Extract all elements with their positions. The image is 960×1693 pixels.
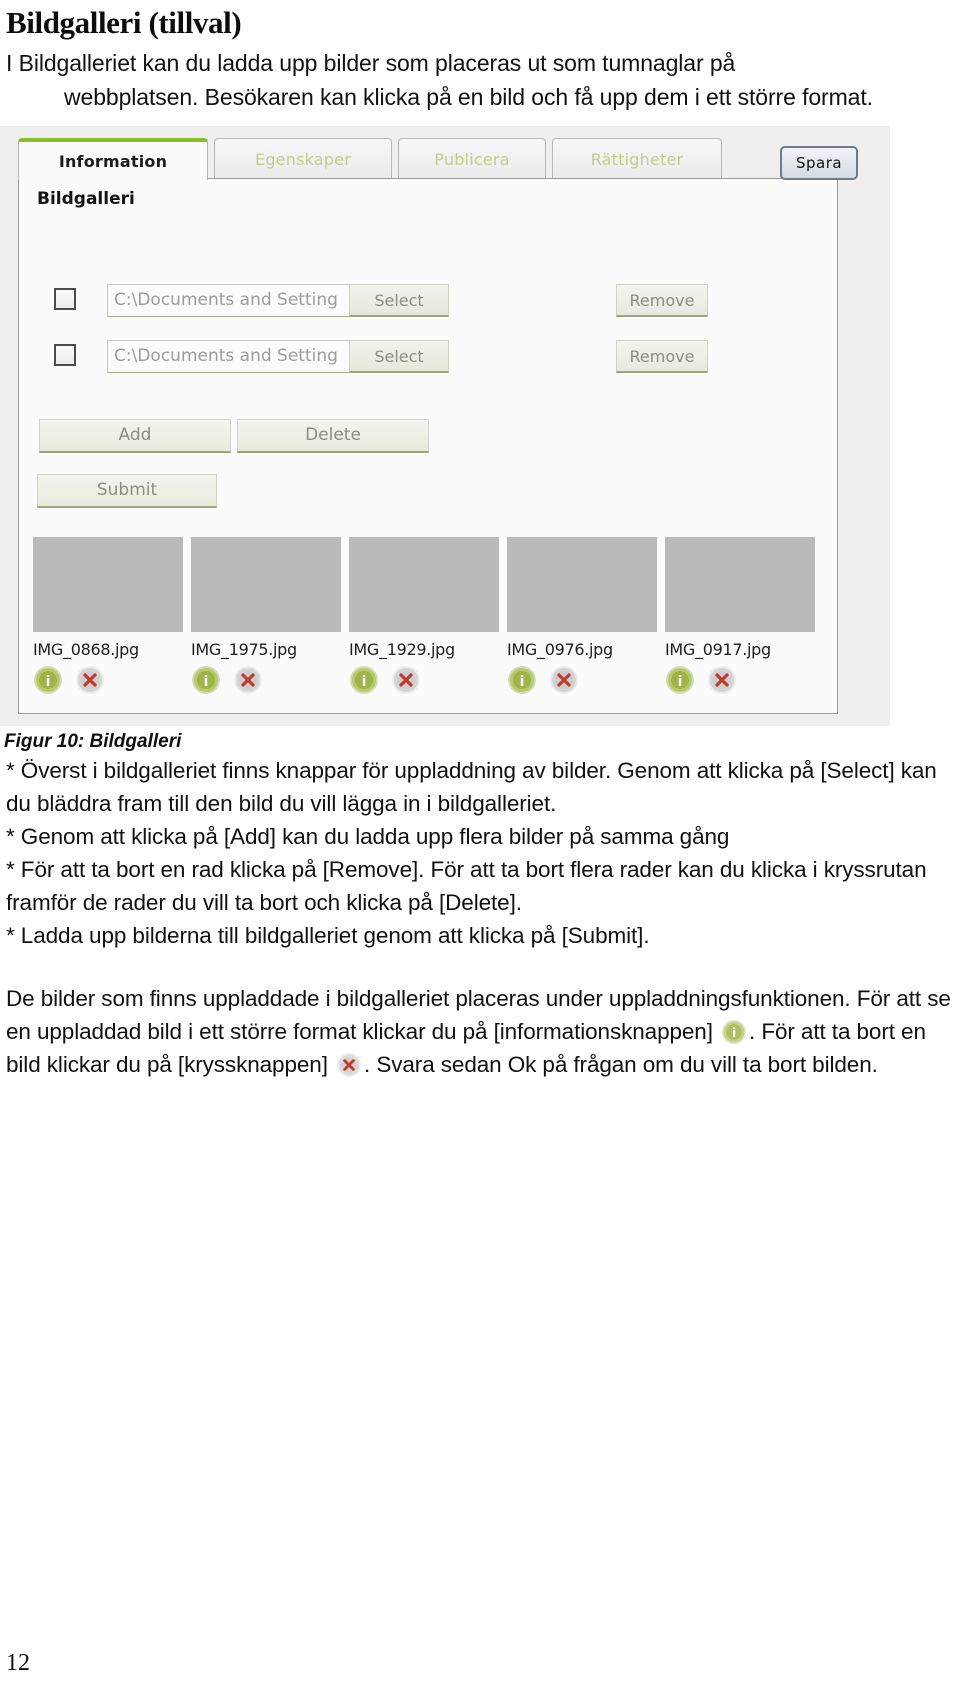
page-number: 12 bbox=[6, 1650, 30, 1676]
page-title: Bildgalleri (tillval) bbox=[6, 5, 242, 40]
thumbnail-filename: IMG_1929.jpg bbox=[349, 640, 455, 659]
thumbnail-filename: IMG_0868.jpg bbox=[33, 640, 139, 659]
thumbnail-item[interactable]: IMG_0868.jpg i bbox=[33, 537, 183, 695]
info-icon: i bbox=[721, 1019, 747, 1045]
thumbnail-image[interactable] bbox=[507, 537, 657, 632]
panel-title: Bildgalleri bbox=[37, 189, 135, 209]
information-panel: Bildgalleri C:\Documents and Setting Sel… bbox=[18, 178, 838, 714]
figure-caption: Figur 10: Bildgalleri bbox=[4, 731, 182, 752]
svg-text:i: i bbox=[362, 674, 367, 690]
tab-rattigheter[interactable]: Rättigheter bbox=[552, 138, 722, 180]
info-icon[interactable]: i bbox=[349, 665, 379, 695]
save-button[interactable]: Spara bbox=[780, 146, 858, 180]
intro-line-2: webbplatsen. Besökaren kan klicka på en … bbox=[64, 84, 873, 110]
thumbnail-item[interactable]: IMG_0917.jpg i bbox=[665, 537, 815, 695]
remove-button[interactable]: Remove bbox=[616, 284, 708, 317]
document-page: Bildgalleri (tillval) I Bildgalleriet ka… bbox=[0, 0, 960, 1693]
figure-screenshot: Information Egenskaper Publicera Rättigh… bbox=[0, 126, 890, 726]
thumbnail-image[interactable] bbox=[33, 537, 183, 632]
paragraph-add: * Genom att klicka på [Add] kan du ladda… bbox=[6, 824, 730, 849]
tab-bar: Information Egenskaper Publicera Rättigh… bbox=[18, 138, 858, 180]
thumbnail-item[interactable]: IMG_1929.jpg i bbox=[349, 537, 499, 695]
intro-line-1: I Bildgalleriet kan du ladda upp bilder … bbox=[6, 50, 736, 76]
thumbnail-item[interactable]: IMG_0976.jpg i bbox=[507, 537, 657, 695]
thumbnail-grid: IMG_0868.jpg i IMG_1975.jpg i IMG_1929.j… bbox=[33, 537, 833, 712]
thumbnail-actions: i bbox=[33, 665, 183, 695]
paragraph-submit: * Ladda upp bilderna till bildgalleriet … bbox=[6, 923, 650, 948]
add-button[interactable]: Add bbox=[39, 419, 231, 453]
info-icon[interactable]: i bbox=[665, 665, 695, 695]
thumbnail-image[interactable] bbox=[665, 537, 815, 632]
thumbnail-actions: i bbox=[507, 665, 657, 695]
delete-cross-icon[interactable] bbox=[391, 665, 421, 695]
delete-cross-icon[interactable] bbox=[549, 665, 579, 695]
paragraph-thumbnails-line-1: De bilder som finns uppladdade i bildgal… bbox=[6, 986, 603, 1011]
info-icon[interactable]: i bbox=[191, 665, 221, 695]
thumbnail-actions: i bbox=[191, 665, 341, 695]
paragraph-thumbnails-line-4: . Svara sedan Ok på frågan om du vill ta… bbox=[364, 1052, 878, 1077]
paragraph-select-line-1: * Överst i bildgalleriet finns knappar f… bbox=[6, 758, 815, 783]
remove-button[interactable]: Remove bbox=[616, 340, 708, 373]
svg-text:i: i bbox=[204, 674, 209, 690]
tab-publicera[interactable]: Publicera bbox=[398, 138, 546, 180]
tab-egenskaper[interactable]: Egenskaper bbox=[214, 138, 392, 180]
info-icon[interactable]: i bbox=[507, 665, 537, 695]
body-text: * Överst i bildgalleriet finns knappar f… bbox=[0, 754, 960, 1081]
delete-cross-icon[interactable] bbox=[75, 665, 105, 695]
submit-button[interactable]: Submit bbox=[37, 474, 217, 508]
svg-text:i: i bbox=[732, 1026, 736, 1040]
thumbnail-filename: IMG_1975.jpg bbox=[191, 640, 297, 659]
svg-text:i: i bbox=[46, 674, 51, 690]
paragraph-remove-line-1: * För att ta bort en rad klicka på [Remo… bbox=[6, 857, 818, 882]
intro-paragraph: I Bildgalleriet kan du ladda upp bilder … bbox=[0, 42, 960, 114]
delete-cross-icon[interactable] bbox=[233, 665, 263, 695]
row-checkbox[interactable] bbox=[54, 288, 76, 310]
select-button[interactable]: Select bbox=[349, 340, 449, 373]
delete-cross-icon bbox=[336, 1052, 362, 1078]
thumbnail-actions: i bbox=[665, 665, 815, 695]
thumbnail-image[interactable] bbox=[349, 537, 499, 632]
svg-text:i: i bbox=[520, 674, 525, 690]
svg-text:i: i bbox=[678, 674, 683, 690]
delete-cross-icon[interactable] bbox=[707, 665, 737, 695]
row-checkbox[interactable] bbox=[54, 344, 76, 366]
thumbnail-image[interactable] bbox=[191, 537, 341, 632]
paragraph-remove: * För att ta bort en rad klicka på [Remo… bbox=[6, 853, 956, 919]
thumbnail-actions: i bbox=[349, 665, 499, 695]
paragraph-select: * Överst i bildgalleriet finns knappar f… bbox=[6, 754, 956, 820]
select-button[interactable]: Select bbox=[349, 284, 449, 317]
upload-row: C:\Documents and Setting Select Remove bbox=[19, 284, 839, 320]
delete-button[interactable]: Delete bbox=[237, 419, 429, 453]
paragraph-thumbnails-line-3a: på [informationsknappen] bbox=[462, 1019, 713, 1044]
thumbnail-filename: IMG_0976.jpg bbox=[507, 640, 613, 659]
paragraph-thumbnails: De bilder som finns uppladdade i bildgal… bbox=[6, 982, 956, 1081]
tab-information[interactable]: Information bbox=[18, 138, 208, 180]
thumbnail-filename: IMG_0917.jpg bbox=[665, 640, 771, 659]
upload-row: C:\Documents and Setting Select Remove bbox=[19, 340, 839, 376]
info-icon[interactable]: i bbox=[33, 665, 63, 695]
thumbnail-item[interactable]: IMG_1975.jpg i bbox=[191, 537, 341, 695]
